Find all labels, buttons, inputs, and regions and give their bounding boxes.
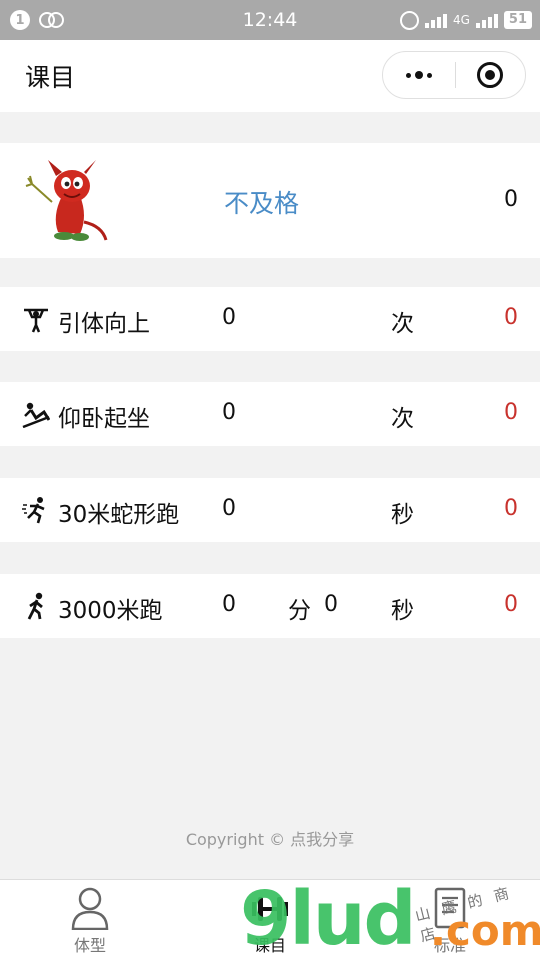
total-score: 0 xyxy=(504,187,518,212)
event-points: 0 xyxy=(504,496,518,521)
event-unit: 秒 xyxy=(391,502,414,528)
target-icon xyxy=(477,62,504,88)
event-minutes-unit: 分 xyxy=(288,598,311,624)
status-bar: 1 12:44 4G 51 xyxy=(0,0,540,40)
battery-indicator: 51 xyxy=(503,11,532,29)
runner-icon xyxy=(27,592,43,620)
event-name: 仰卧起坐 xyxy=(58,406,150,432)
linked-rings-icon xyxy=(38,10,66,30)
pull-up-icon xyxy=(24,308,48,333)
dumbbell-icon xyxy=(252,897,288,921)
event-points: 0 xyxy=(504,592,518,617)
event-unit: 次 xyxy=(391,311,414,337)
event-value-input[interactable]: 0 xyxy=(222,305,236,330)
signal-icon-2 xyxy=(475,12,498,28)
notification-badge: 1 xyxy=(10,10,30,30)
event-unit: 秒 xyxy=(391,598,414,624)
tab-label: 标准 xyxy=(433,936,466,955)
event-row-3000m-run[interactable]: 3000米跑 0 分 0 秒 0 xyxy=(0,574,540,638)
sit-up-icon xyxy=(22,402,50,428)
document-icon xyxy=(434,887,466,929)
miniprogram-capsule xyxy=(382,51,526,99)
event-name: 30米蛇形跑 xyxy=(58,502,180,528)
event-value-input[interactable]: 0 xyxy=(222,400,236,425)
event-name: 引体向上 xyxy=(58,311,150,337)
event-value-input[interactable]: 0 xyxy=(222,496,236,521)
event-points: 0 xyxy=(504,400,518,425)
event-points: 0 xyxy=(504,305,518,330)
network-type: 4G xyxy=(452,13,470,27)
event-name: 3000米跑 xyxy=(58,598,163,624)
more-options-button[interactable] xyxy=(383,52,455,98)
summary-card: 不及格 0 xyxy=(0,143,540,258)
close-miniprogram-button[interactable] xyxy=(456,52,526,98)
event-unit: 次 xyxy=(391,406,414,432)
nav-bar: 课目 xyxy=(0,40,540,112)
event-seconds-input[interactable]: 0 xyxy=(324,592,338,617)
person-icon xyxy=(71,887,109,930)
grade-label: 不及格 xyxy=(224,189,300,218)
alarm-icon xyxy=(399,10,419,30)
signal-icon xyxy=(424,12,447,28)
event-row-serpentine-run[interactable]: 30米蛇形跑 0 秒 0 xyxy=(0,478,540,542)
event-row-pull-up[interactable]: 引体向上 0 次 0 xyxy=(0,287,540,351)
tab-events[interactable]: 课目 xyxy=(180,880,360,960)
tab-body-type[interactable]: 体型 xyxy=(0,880,180,960)
tab-standards[interactable]: 标准 xyxy=(360,880,540,960)
devil-mascot-image xyxy=(22,156,110,246)
event-minutes-input[interactable]: 0 xyxy=(222,592,236,617)
copyright-text: Copyright © 点我分享 xyxy=(185,830,355,849)
sprint-icon xyxy=(22,497,45,524)
tab-label: 课目 xyxy=(253,936,286,955)
tab-label: 体型 xyxy=(73,936,106,955)
page-title: 课目 xyxy=(25,63,76,92)
tab-bar: 体型 课目 标准 xyxy=(0,879,540,960)
event-row-sit-up[interactable]: 仰卧起坐 0 次 0 xyxy=(0,382,540,446)
